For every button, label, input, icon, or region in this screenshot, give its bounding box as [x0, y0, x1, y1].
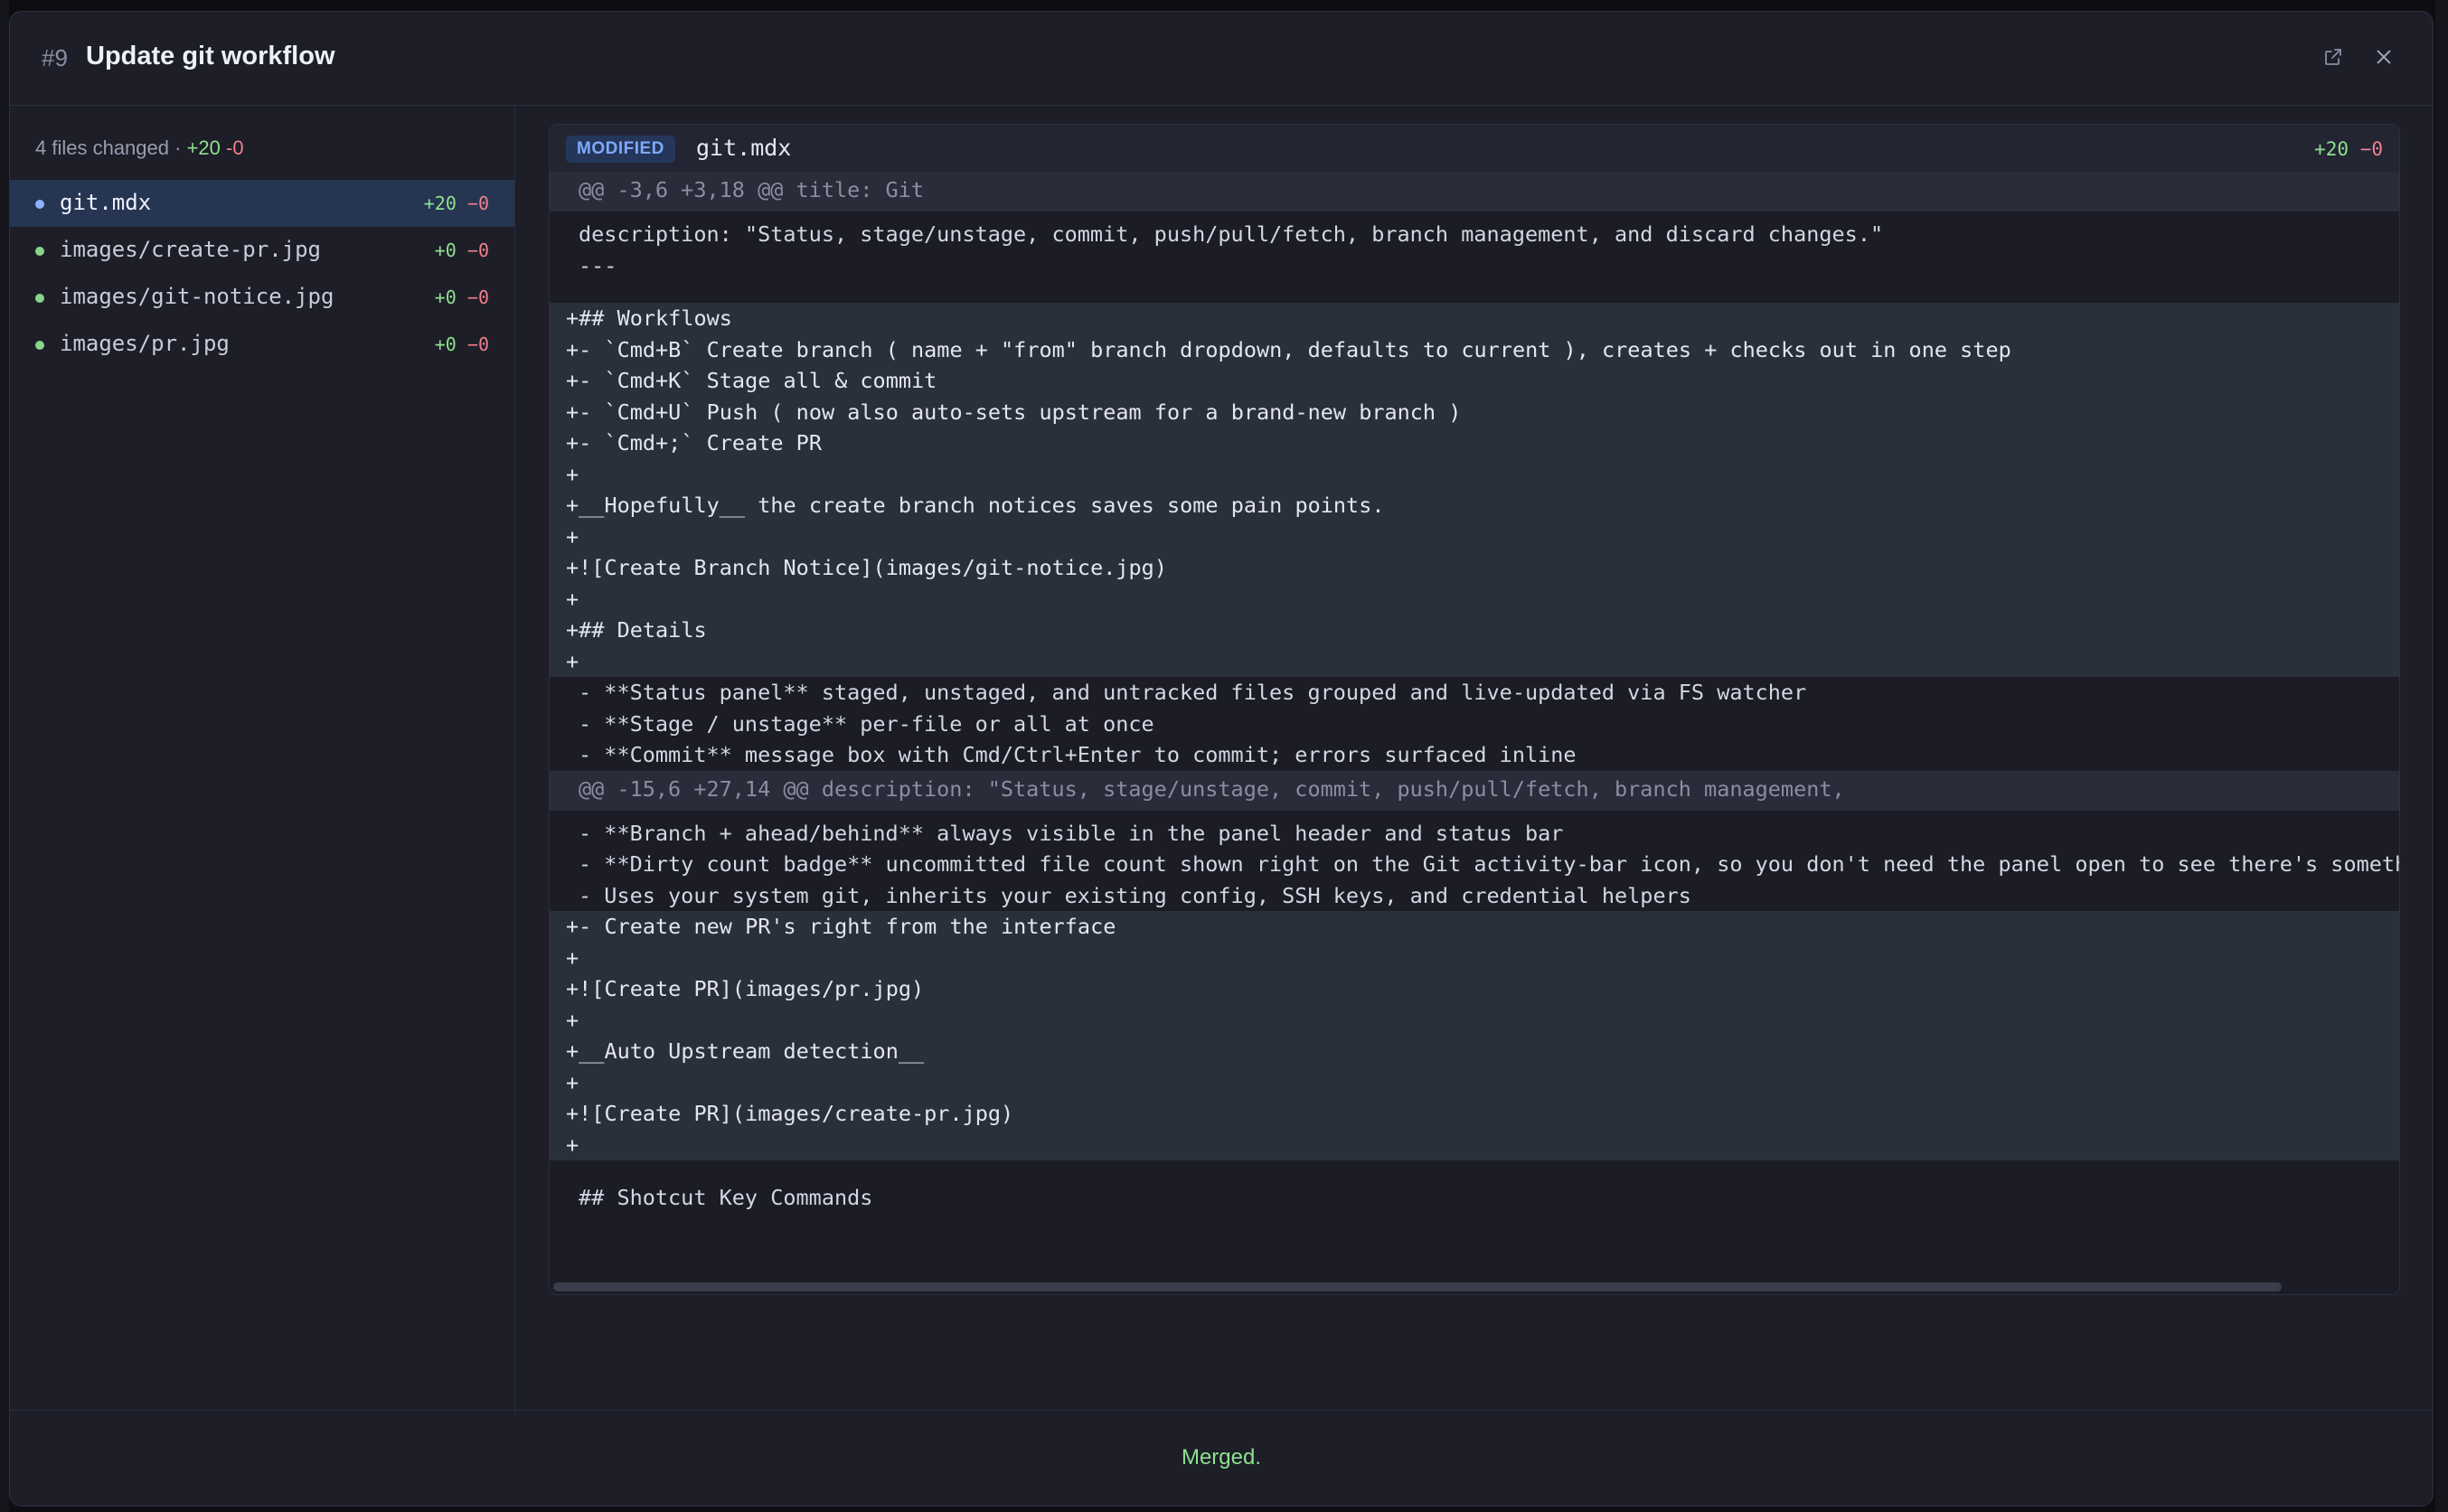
open-external-button[interactable] [2315, 39, 2351, 75]
modal-header: #9 Update git workflow [10, 12, 2433, 106]
scrollbar-thumb[interactable] [553, 1282, 2282, 1291]
file-additions: +0 [434, 286, 457, 308]
file-list: git.mdx +20 −0 images/create-pr.jpg +0 −… [10, 180, 514, 368]
diff-line-added: +## Details [550, 615, 2399, 646]
file-additions: +0 [434, 239, 457, 261]
file-item-git-mdx[interactable]: git.mdx +20 −0 [10, 180, 514, 227]
diff-additions: +20 [2314, 138, 2349, 160]
files-changed-count: 4 files changed · [35, 136, 182, 159]
diff-viewer: MODIFIED git.mdx +20 −0 @@ -3,6 +3,18 @@… [549, 124, 2400, 1295]
file-stats: +0 −0 [435, 286, 489, 308]
diff-line-added: +- `Cmd+K` Stage all & commit [550, 365, 2399, 397]
diff-line-added: +## Workflows [550, 303, 2399, 334]
diff-line-added: + [550, 1004, 2399, 1036]
file-item-pr-jpg[interactable]: images/pr.jpg +0 −0 [10, 321, 514, 368]
file-additions: +0 [434, 333, 457, 355]
file-item-create-pr-jpg[interactable]: images/create-pr.jpg +0 −0 [10, 227, 514, 274]
files-changed-summary: 4 files changed · +20 -0 [35, 136, 244, 160]
hunk-header: @@ -15,6 +27,14 @@ description: "Status,… [550, 770, 2399, 811]
changed-files-sidebar: 4 files changed · +20 -0 git.mdx +20 −0 … [10, 106, 515, 1413]
file-name: images/pr.jpg [60, 331, 230, 356]
total-deletions: -0 [226, 136, 244, 159]
diff-line-context [550, 1160, 2399, 1182]
diff-line-added: + [550, 942, 2399, 973]
external-link-icon [2325, 49, 2341, 65]
diff-lines: @@ -3,6 +3,18 @@ title: Git description: … [550, 172, 2399, 1214]
diff-line-added: +![Create PR](images/create-pr.jpg) [550, 1098, 2399, 1130]
diff-line-added: + [550, 1066, 2399, 1098]
diff-stats: +20 −0 [2314, 138, 2383, 160]
pr-diff-modal: #9 Update git workflow 4 files changed ·… [9, 11, 2434, 1507]
file-additions: +20 [423, 193, 457, 214]
diff-line-context: - **Branch + ahead/behind** always visib… [550, 817, 2399, 849]
diff-line-added: +__Auto Upstream detection__ [550, 1036, 2399, 1067]
background-app-edge-left [0, 0, 9, 1512]
pr-number: #9 [42, 44, 68, 71]
diff-line-added: +- `Cmd+;` Create PR [550, 427, 2399, 459]
diff-line-added: + [550, 458, 2399, 490]
file-deletions: −0 [466, 286, 489, 308]
file-item-git-notice-jpg[interactable]: images/git-notice.jpg +0 −0 [10, 274, 514, 321]
diff-line-added: + [550, 1129, 2399, 1160]
file-stats: +0 −0 [435, 333, 489, 355]
diff-deletions: −0 [2359, 138, 2383, 160]
diff-line-context: - **Dirty count badge** uncommitted file… [550, 849, 2399, 880]
file-name: images/create-pr.jpg [60, 237, 321, 262]
status-badge: MODIFIED [566, 136, 675, 163]
horizontal-scrollbar[interactable] [550, 1282, 2399, 1294]
diff-line-context: - Uses your system git, inherits your ex… [550, 879, 2399, 911]
merge-status: Merged. [1181, 1445, 1262, 1470]
file-stats: +0 −0 [435, 239, 489, 261]
diff-line-context: - **Status panel** staged, unstaged, and… [550, 677, 2399, 709]
diff-line-added: +- `Cmd+B` Create branch ( name + "from"… [550, 333, 2399, 365]
pr-title: Update git workflow [86, 42, 335, 70]
file-deletions: −0 [466, 193, 489, 214]
diff-line-added: + [550, 645, 2399, 677]
diff-line-added: +__Hopefully__ the create branch notices… [550, 490, 2399, 521]
file-name: images/git-notice.jpg [60, 284, 334, 309]
hunk-header: @@ -3,6 +3,18 @@ title: Git [550, 172, 2399, 211]
diff-line-added: +![Create Branch Notice](images/git-noti… [550, 552, 2399, 584]
diff-line-context [550, 281, 2399, 303]
diff-line-context: description: "Status, stage/unstage, com… [550, 219, 2399, 250]
diff-line-added: + [550, 583, 2399, 615]
file-deletions: −0 [466, 333, 489, 355]
close-icon [2377, 50, 2391, 64]
close-button[interactable] [2366, 39, 2402, 75]
background-app-edge-right [2435, 0, 2448, 1512]
diff-line-context: - **Commit** message box with Cmd/Ctrl+E… [550, 739, 2399, 771]
diff-line-context: ## Shotcut Key Commands [550, 1182, 2399, 1214]
file-status-dot [35, 247, 44, 256]
diff-line-context: --- [550, 249, 2399, 281]
diff-line-added: +- Create new PR's right from the interf… [550, 911, 2399, 943]
diff-filename: git.mdx [696, 135, 792, 161]
diff-line-added: + [550, 521, 2399, 552]
total-additions: +20 [186, 136, 221, 159]
diff-line-added: +![Create PR](images/pr.jpg) [550, 973, 2399, 1005]
diff-line-added: +- `Cmd+U` Push ( now also auto-sets ups… [550, 396, 2399, 427]
file-status-dot [35, 200, 44, 209]
file-status-dot [35, 294, 44, 303]
file-name: git.mdx [60, 190, 152, 215]
file-deletions: −0 [466, 239, 489, 261]
diff-line-context: - **Stage / unstage** per-file or all at… [550, 708, 2399, 739]
diff-file-header: MODIFIED git.mdx +20 −0 [550, 125, 2399, 172]
modal-footer: Merged. [10, 1410, 2433, 1506]
file-stats: +20 −0 [424, 193, 489, 214]
file-status-dot [35, 341, 44, 350]
